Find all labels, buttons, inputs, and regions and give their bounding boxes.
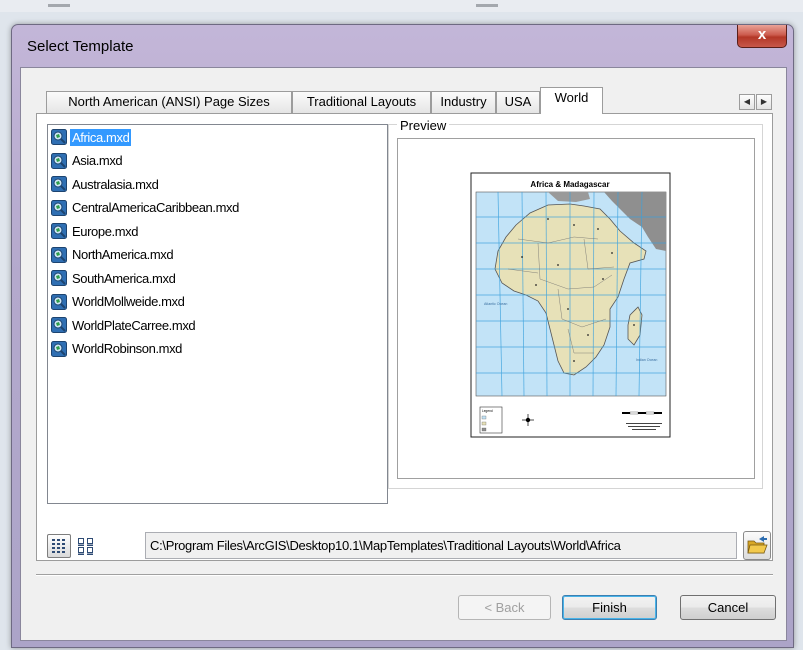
preview-label: Preview [397,118,450,133]
map-document-icon [51,223,67,239]
small-icons-view-button[interactable] [74,534,98,558]
preview-frame: Africa & Madagascar Atlantic Ocean India… [397,138,755,479]
template-list-item-label: CentralAmericaCaribbean.mxd [72,200,239,215]
map-document-icon [51,129,67,145]
map-legend-title: Legend [482,409,493,413]
scale-bar [622,411,662,415]
ocean-label-indian: Indian Ocean [636,358,657,362]
template-list-item[interactable]: WorldPlateCarree.mxd [51,315,197,335]
map-document-icon [51,340,67,357]
template-list-item[interactable]: Australasia.mxd [51,174,160,194]
template-list-item-label: SouthAmerica.mxd [72,270,176,286]
background-window-strip [0,0,803,12]
tab-scroll-right-button[interactable]: ▶ [756,94,772,110]
template-list-item-label: WorldMollweide.mxd [72,294,185,309]
finish-button[interactable]: Finish [562,595,657,620]
tab-industry[interactable]: Industry [431,91,496,113]
template-list-item[interactable]: Europe.mxd [51,221,140,241]
tab-traditional-layouts[interactable]: Traditional Layouts [292,91,431,113]
dialog-title: Select Template [27,38,134,55]
ocean-label-atlantic: Atlantic Ocean [484,302,507,306]
tab-world[interactable]: World [540,87,603,114]
large-icons-view-button[interactable] [47,534,71,558]
select-template-dialog: Select Template x North American (ANSI) … [11,24,794,648]
template-path-field[interactable]: C:\Program Files\ArcGIS\Desktop10.1\MapT… [145,532,737,559]
template-list-item-label: WorldRobinson.mxd [72,341,183,356]
arrow-left-icon: ◀ [743,97,751,106]
template-list[interactable]: Africa.mxd Asia.mxd Australasia.mxd Central… [47,124,388,504]
tab-usa[interactable]: USA [496,91,540,113]
large-icons-icon [52,539,65,553]
arrow-right-icon: ▶ [760,97,768,106]
template-list-item-label: NorthAmerica.mxd [72,247,174,262]
template-list-item-label: Europe.mxd [72,223,139,239]
map-document-icon [51,152,67,169]
template-list-item-label: Asia.mxd [72,153,123,168]
tab-panel-world: Africa.mxd Asia.mxd Australasia.mxd Central… [36,113,773,561]
cancel-button[interactable]: Cancel [680,595,776,620]
button-separator [36,574,773,576]
open-folder-icon [747,536,768,554]
template-list-item[interactable]: SouthAmerica.mxd [51,268,177,288]
template-list-item[interactable]: Africa.mxd [51,127,132,147]
tab-scroll-left-button[interactable]: ◀ [739,94,755,110]
template-list-item[interactable]: CentralAmericaCaribbean.mxd [51,198,241,218]
small-icons-icon [78,538,93,555]
template-list-item[interactable]: WorldMollweide.mxd [51,292,187,312]
back-button[interactable]: < Back [458,595,551,620]
background-divider [476,4,498,7]
template-list-item[interactable]: NorthAmerica.mxd [51,245,175,265]
close-button[interactable]: x [737,25,787,48]
template-list-item[interactable]: WorldRobinson.mxd [51,339,184,359]
template-list-item-label: Africa.mxd [70,128,132,146]
map-preview: Africa & Madagascar Atlantic Ocean India… [398,139,754,478]
template-list-item-label: WorldPlateCarree.mxd [72,317,196,333]
title-bar[interactable]: Select Template x [12,25,793,67]
map-document-icon [51,246,67,263]
dialog-body: North American (ANSI) Page Sizes Traditi… [20,67,787,641]
map-document-icon [51,317,67,333]
map-document-icon [51,270,67,286]
template-list-item[interactable]: Asia.mxd [51,151,124,171]
template-list-item-label: Australasia.mxd [72,176,159,192]
close-icon: x [757,26,767,43]
map-document-icon [51,293,67,310]
map-document-icon [51,176,67,192]
background-divider [48,4,70,7]
map-title-text: Africa & Madagascar [530,180,609,189]
browse-folder-button[interactable] [743,531,771,560]
tab-north-american-page-sizes[interactable]: North American (ANSI) Page Sizes [46,91,292,113]
map-document-icon [51,199,67,216]
